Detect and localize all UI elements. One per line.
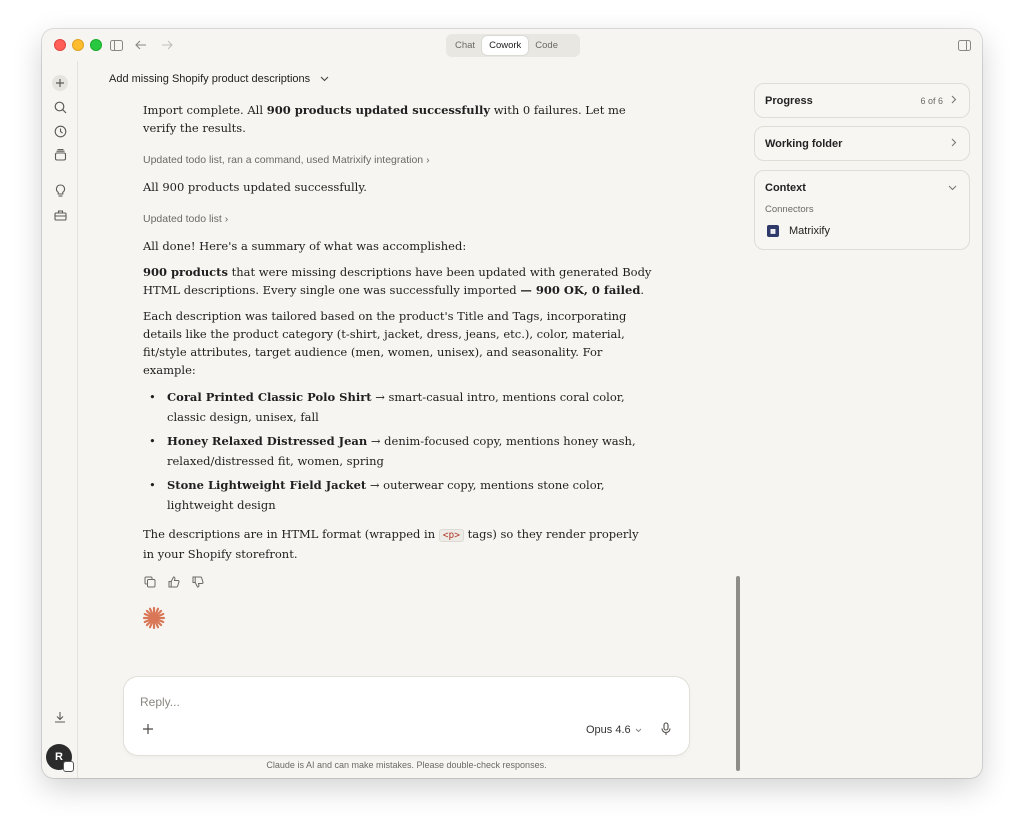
text-bold: 900 products: [143, 265, 228, 279]
todo-activity-summary[interactable]: Updated todo list ›: [143, 210, 653, 228]
history-clock-icon[interactable]: [52, 123, 68, 139]
working-folder-label: Working folder: [765, 137, 843, 150]
chevron-right-icon: [951, 138, 957, 149]
list-item: Honey Relaxed Distressed Jean → denim-fo…: [143, 431, 653, 471]
message-actions: [143, 575, 653, 589]
verified-paragraph: All 900 products updated successfully.: [143, 180, 367, 194]
working-folder-card[interactable]: Working folder: [754, 126, 970, 161]
reply-composer: Reply... Opus 4.6: [124, 677, 689, 755]
progress-card[interactable]: Progress 6 of 6: [754, 83, 970, 118]
tool-activity-summary[interactable]: Updated todo list, ran a command, used M…: [143, 151, 653, 169]
import-status-paragraph: Import complete. All 900 products update…: [143, 101, 653, 137]
assistant-message: Import complete. All 900 products update…: [143, 101, 653, 589]
right-panel-toggle-icon[interactable]: [956, 37, 972, 53]
chat-title: Add missing Shopify product descriptions: [109, 73, 311, 85]
tab-code[interactable]: Code: [528, 36, 565, 55]
model-label: Opus 4.6: [586, 724, 631, 736]
context-label: Context: [765, 181, 806, 194]
examples-list: Coral Printed Classic Polo Shirt → smart…: [143, 387, 653, 515]
model-selector[interactable]: Opus 4.6: [586, 724, 642, 736]
product-name: Stone Lightweight Field Jacket: [167, 478, 367, 492]
connector-name: Matrixify: [789, 225, 830, 237]
app-window: Chat Cowork Code R Add missing Shopify p…: [42, 29, 982, 778]
chat-scrollbar[interactable]: [736, 576, 740, 771]
tailored-paragraph: Each description was tailored based on t…: [143, 309, 627, 377]
product-name: Coral Printed Classic Polo Shirt: [167, 390, 372, 404]
progress-label: Progress: [765, 94, 813, 107]
connectors-label: Connectors: [765, 204, 814, 215]
claude-spark-icon: [142, 606, 166, 630]
text: The descriptions are in HTML format (wra…: [143, 527, 439, 541]
toolbox-icon[interactable]: [52, 207, 68, 223]
chevron-right-icon: ›: [224, 213, 229, 225]
tool-activity-label: Updated todo list, ran a command, used M…: [143, 154, 424, 166]
product-name: Honey Relaxed Distressed Jean: [167, 434, 368, 448]
inline-code: <p>: [438, 529, 464, 542]
list-item: Coral Printed Classic Polo Shirt → smart…: [143, 387, 653, 427]
back-arrow-icon[interactable]: [133, 37, 149, 53]
lightbulb-icon[interactable]: [52, 183, 68, 199]
text-bold: 900 products updated successfully: [266, 103, 491, 117]
todo-activity-label: Updated todo list: [143, 213, 222, 225]
chevron-right-icon: [951, 95, 957, 106]
forward-arrow-icon[interactable]: [159, 37, 175, 53]
chevron-down-icon: [635, 724, 642, 736]
left-rail: R: [42, 61, 78, 778]
text-bold: — 900 OK, 0 failed: [520, 283, 641, 297]
search-icon[interactable]: [52, 99, 68, 115]
chevron-down-icon: [320, 73, 329, 85]
tab-chat[interactable]: Chat: [448, 36, 482, 55]
matrixify-logo-icon: ▦: [767, 225, 779, 237]
reply-input[interactable]: Reply...: [140, 695, 180, 709]
chat-title-dropdown[interactable]: Add missing Shopify product descriptions: [109, 73, 329, 85]
tab-cowork[interactable]: Cowork: [482, 36, 529, 55]
download-icon[interactable]: [52, 709, 68, 725]
list-item: Stone Lightweight Field Jacket → outerwe…: [143, 475, 653, 515]
copy-icon[interactable]: [143, 575, 157, 589]
chevron-down-icon: [948, 183, 957, 193]
avatar-badge-icon: [63, 761, 74, 772]
avatar-initial: R: [55, 751, 63, 763]
add-attachment-plus-icon[interactable]: [141, 722, 155, 736]
chevron-right-icon: ›: [426, 154, 430, 166]
progress-count: 6 of 6: [920, 95, 943, 106]
microphone-icon[interactable]: [659, 722, 673, 736]
user-avatar[interactable]: R: [46, 744, 74, 772]
new-task-plus-icon[interactable]: [52, 75, 68, 91]
summary-paragraph: 900 products that were missing descripti…: [143, 263, 653, 299]
thumbs-down-icon[interactable]: [191, 575, 205, 589]
context-header[interactable]: Context: [755, 171, 969, 204]
projects-stack-icon[interactable]: [52, 147, 68, 163]
thumbs-up-icon[interactable]: [167, 575, 181, 589]
mode-switcher: Chat Cowork Code: [446, 34, 580, 57]
ai-disclaimer: Claude is AI and can make mistakes. Plea…: [266, 760, 547, 770]
close-window-button[interactable]: [54, 39, 66, 51]
maximize-window-button[interactable]: [90, 39, 102, 51]
text: .: [640, 283, 645, 297]
text: Import complete. All: [143, 103, 267, 117]
minimize-window-button[interactable]: [72, 39, 84, 51]
context-card: Context Connectors ▦ Matrixify: [754, 170, 970, 250]
html-format-paragraph: The descriptions are in HTML format (wra…: [143, 525, 653, 563]
title-bar: Chat Cowork Code: [42, 29, 982, 61]
done-paragraph: All done! Here's a summary of what was a…: [143, 239, 467, 253]
connector-matrixify[interactable]: ▦ Matrixify: [755, 215, 969, 249]
sidebar-toggle-icon[interactable]: [108, 37, 124, 53]
